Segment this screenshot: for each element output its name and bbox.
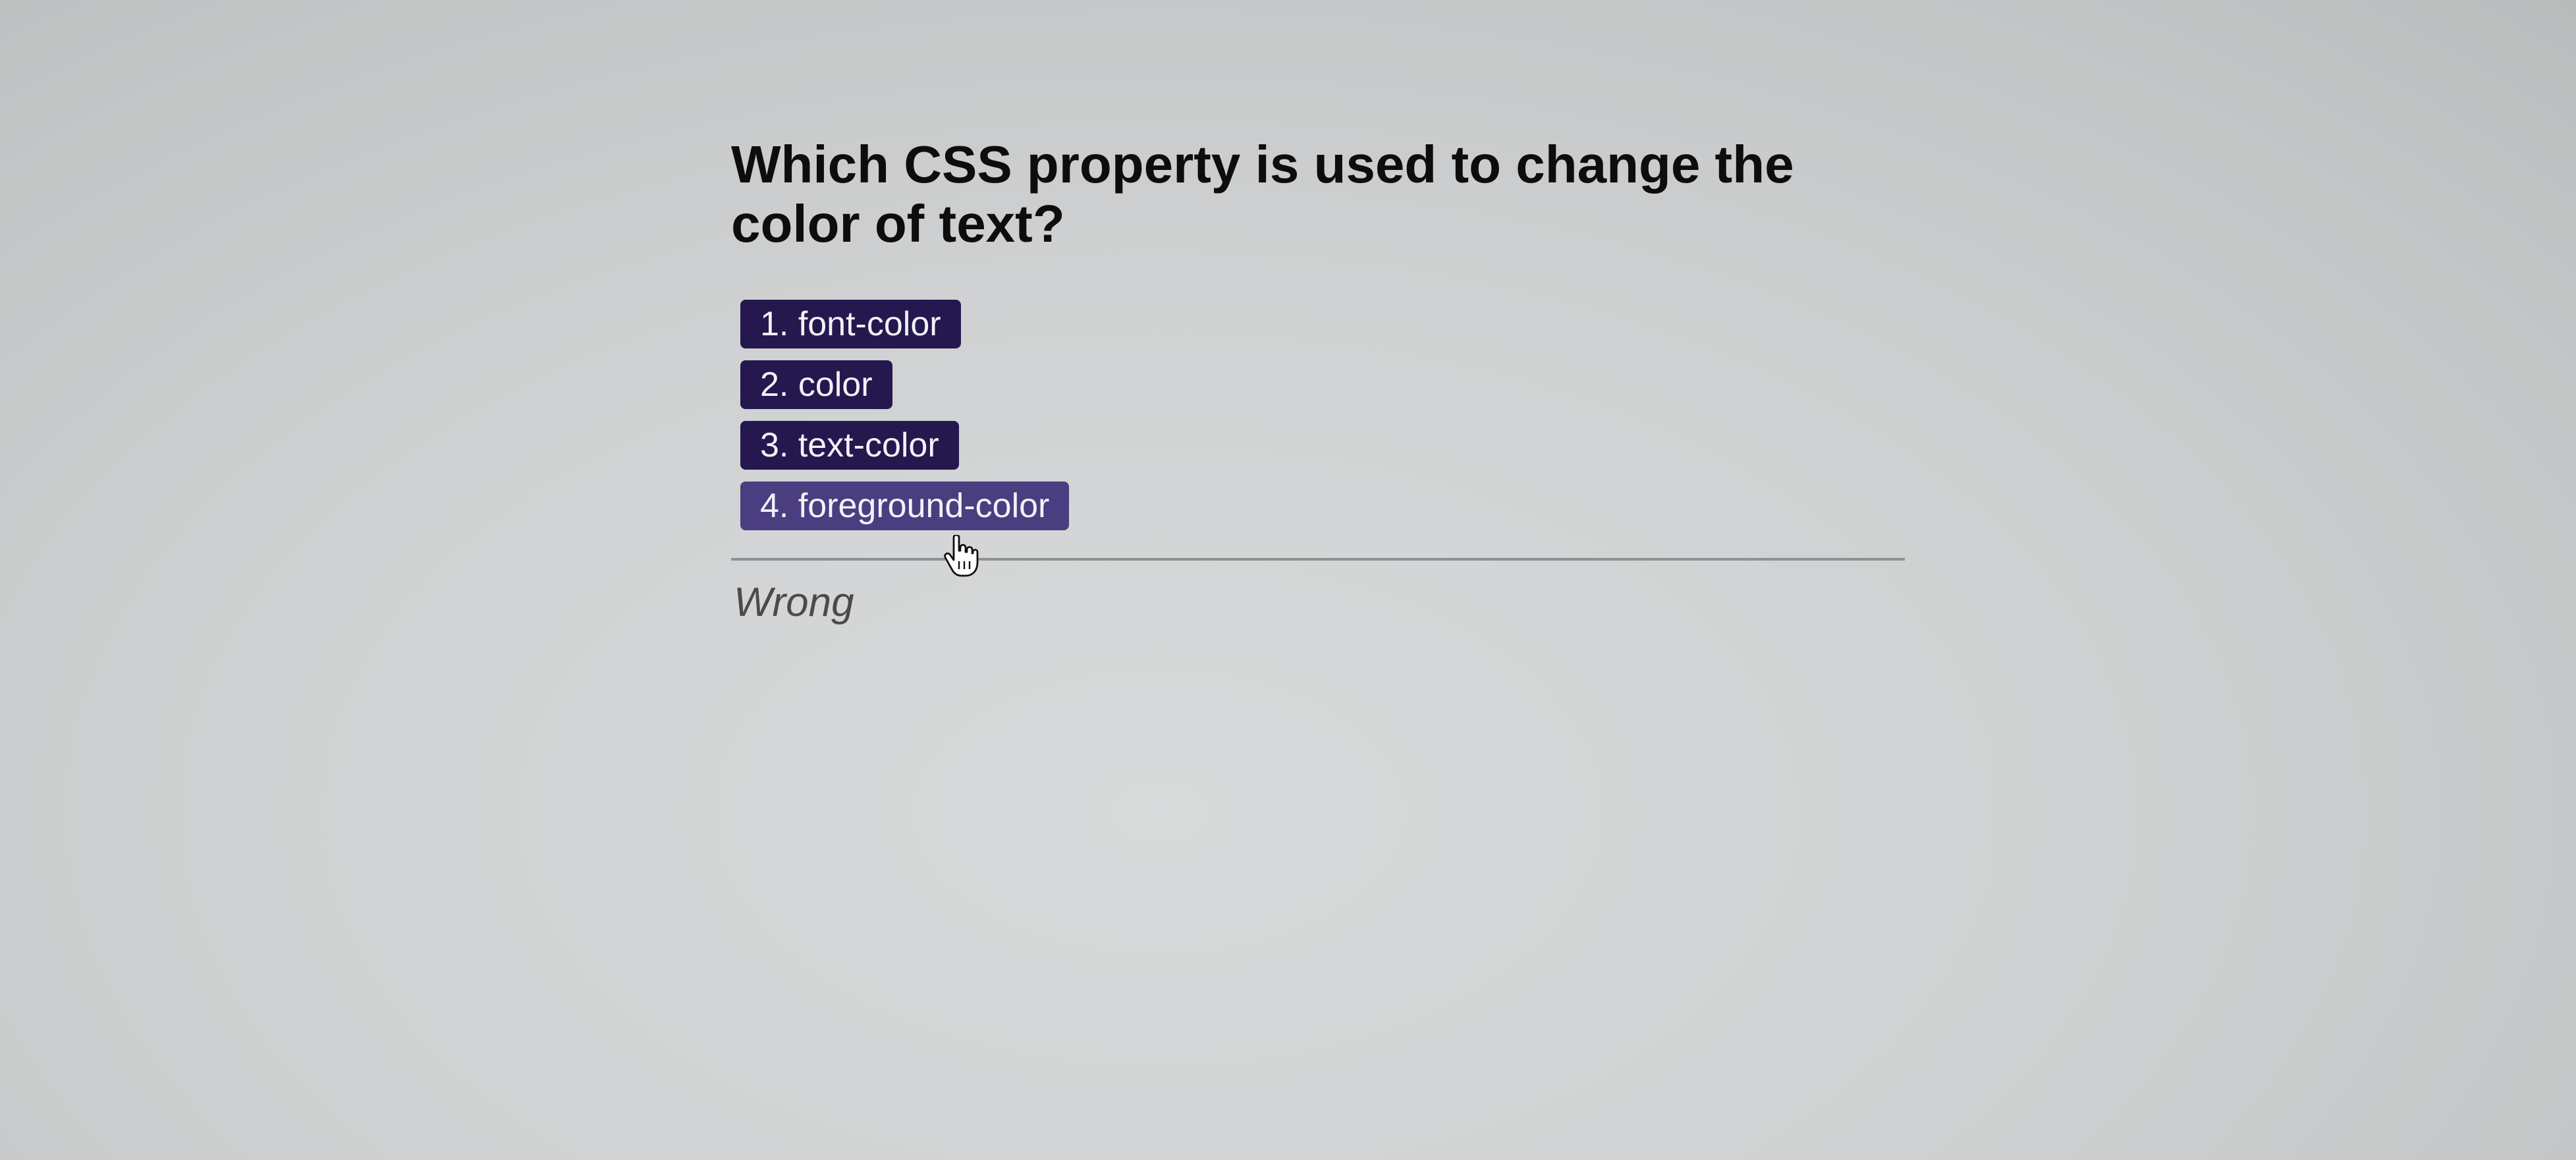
choice-button-2[interactable]: 2. color bbox=[740, 360, 892, 409]
choice-list: 1. font-color 2. color 3. text-color 4. … bbox=[740, 300, 1907, 530]
hand-pointer-icon bbox=[944, 535, 979, 577]
question-text: Which CSS property is used to change the… bbox=[731, 135, 1794, 253]
choice-button-1[interactable]: 1. font-color bbox=[740, 300, 961, 348]
choice-item: 2. color bbox=[740, 360, 1907, 409]
quiz-container: Which CSS property is used to change the… bbox=[731, 135, 1907, 626]
choice-button-3[interactable]: 3. text-color bbox=[740, 421, 959, 470]
choice-item: 3. text-color bbox=[740, 421, 1907, 470]
choice-item: 4. foreground-color bbox=[740, 482, 1907, 530]
divider bbox=[731, 558, 1905, 561]
choice-item: 1. font-color bbox=[740, 300, 1907, 348]
result-text: Wrong bbox=[734, 580, 854, 625]
choice-button-4[interactable]: 4. foreground-color bbox=[740, 482, 1070, 530]
